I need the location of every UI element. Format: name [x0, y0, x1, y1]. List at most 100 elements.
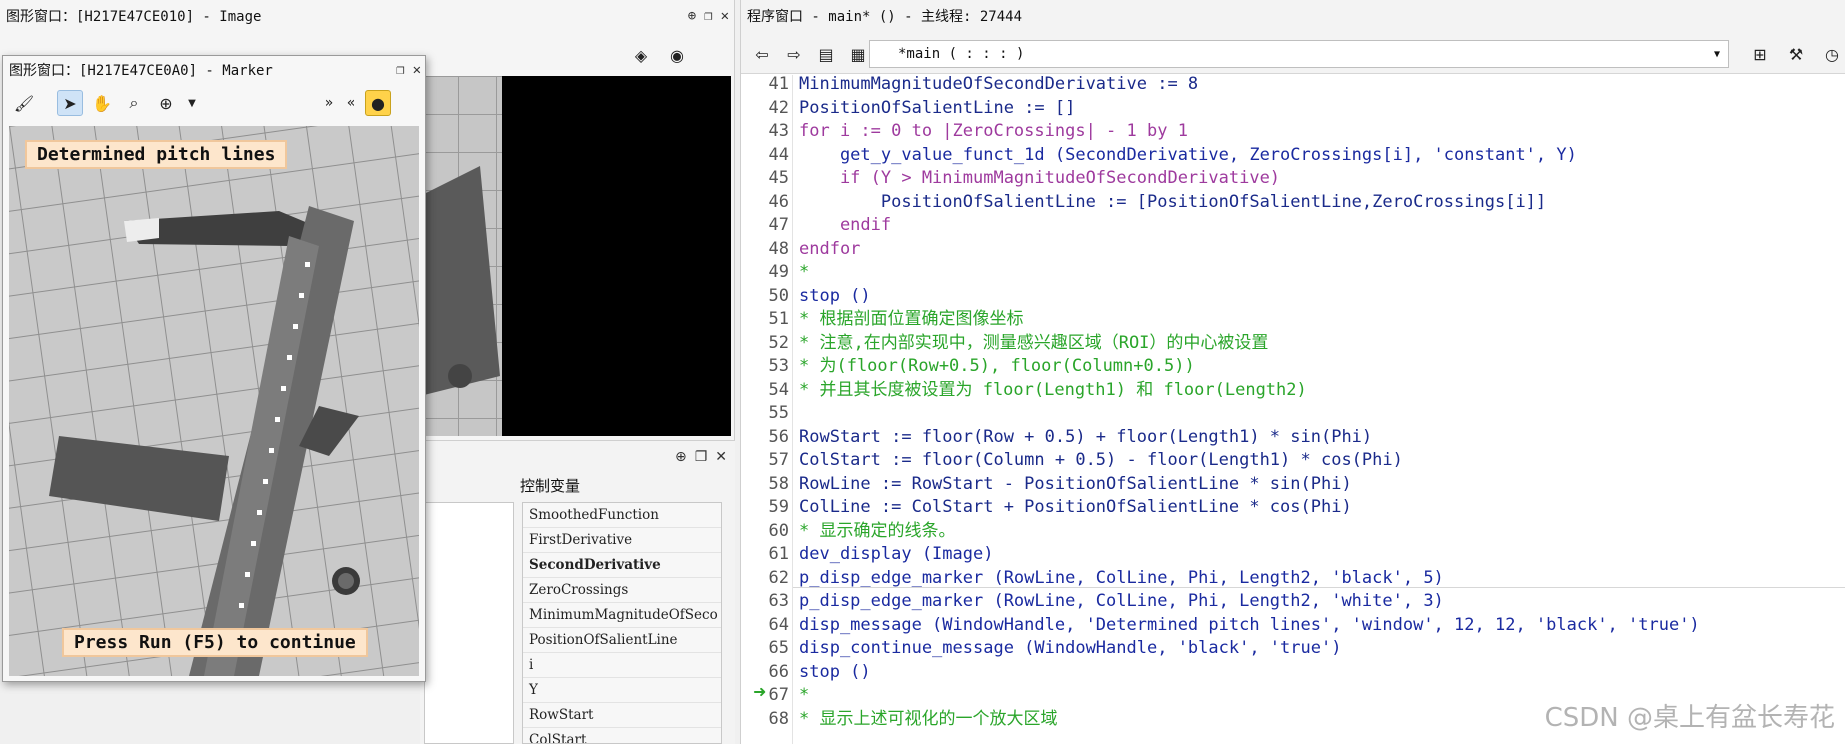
code-text: RowLine := RowStart - PositionOfSalientL…	[799, 473, 1352, 494]
iconic-variables-box[interactable]	[424, 502, 514, 744]
image-window-titlebar: 图形窗口：[H217E47CE010] - Image ⊕ ❐ ✕	[0, 4, 735, 28]
code-line[interactable]: 46 PositionOfSalientLine := [PositionOfS…	[741, 191, 1845, 215]
code-text: *	[799, 262, 810, 282]
code-text: *	[799, 685, 810, 705]
code-line[interactable]: 49 *	[741, 261, 1845, 285]
close-icon[interactable]: ✕	[413, 62, 421, 78]
back-arrow-icon[interactable]: ⇦	[749, 41, 775, 67]
variable-item[interactable]: RowStart	[523, 703, 721, 728]
code-line[interactable]: 44 get_y_value_funct_1d (SecondDerivativ…	[741, 144, 1845, 168]
procedure-select[interactable]: *main ( : : : ) ▼	[869, 40, 1729, 68]
code-text: for i := 0 to |ZeroCrossings| - 1 by 1	[799, 121, 1188, 141]
code-line[interactable]: 60 * 显示确定的线条。	[741, 520, 1845, 544]
watermark: CSDN @桌上有盆长寿花	[1544, 703, 1835, 733]
code-text: stop ()	[799, 661, 871, 682]
code-text: * 为(floor(Row+0.5), floor(Column+0.5))	[799, 356, 1195, 376]
code-text: dev_display (Image)	[799, 544, 994, 564]
close-icon[interactable]: ✕	[721, 8, 729, 24]
pin-icon[interactable]: ⊕	[675, 449, 687, 465]
line-number: 65	[768, 638, 789, 658]
line-number: 52	[768, 332, 789, 353]
code-text: endif	[799, 215, 892, 235]
code-line[interactable]: 50 stop ()	[741, 285, 1845, 309]
code-line[interactable]: 65 disp_continue_message (WindowHandle, '…	[741, 637, 1845, 661]
code-line[interactable]: 63 p_disp_edge_marker (RowLine, ColLine, …	[741, 590, 1845, 614]
variable-item[interactable]: SecondDerivative	[523, 553, 721, 578]
overlay-message-bottom: Press Run (F5) to continue	[62, 628, 368, 657]
clear-brush-icon[interactable]: 🖌	[11, 90, 37, 116]
program-window-title: 程序窗口 - main* () - 主线程: 27444	[747, 9, 1023, 25]
variable-item[interactable]: i	[523, 653, 721, 678]
code-line[interactable]: 45 if (Y > MinimumMagnitudeOfSecondDeriv…	[741, 167, 1845, 191]
line-number: 63	[768, 591, 789, 611]
grid-icon[interactable]: ▦	[845, 41, 871, 67]
line-number: 44	[768, 144, 789, 165]
code-line[interactable]: 48 endfor	[741, 238, 1845, 262]
line-number: 59	[768, 497, 789, 517]
lightbulb-icon[interactable]: ◉	[664, 42, 690, 68]
caliper-image	[9, 126, 419, 676]
variable-item[interactable]: PositionOfSalientLine	[523, 628, 721, 653]
restore-icon[interactable]: ❐	[695, 449, 708, 465]
marker-window: 图形窗口：[H217E47CE0A0] - Marker ❐ ✕ 🖌 ➤ ✋ ⌕…	[2, 55, 426, 682]
line-number: 56	[768, 426, 789, 447]
code-text: * 注意,在内部实现中，测量感兴趣区域（ROI）的中心被设置	[799, 332, 1269, 353]
code-editor[interactable]: 41 MinimumMagnitudeOfSecondDerivative := …	[741, 75, 1845, 744]
pin-icon[interactable]: ⊕	[688, 8, 696, 24]
clipboard-icon[interactable]: ▤	[813, 41, 839, 67]
line-number: 43	[768, 121, 789, 141]
zoom-in-icon[interactable]: ⊕	[153, 90, 179, 116]
code-text: if (Y > MinimumMagnitudeOfSecondDerivati…	[799, 168, 1281, 188]
program-window-titlebar: 程序窗口 - main* () - 主线程: 27444	[741, 0, 1845, 34]
collapse-icon[interactable]: «	[343, 90, 359, 116]
code-line[interactable]: 59 ColLine := ColStart + PositionOfSalien…	[741, 496, 1845, 520]
expand-icon[interactable]: »	[321, 90, 337, 116]
timer-icon[interactable]: ◷	[1819, 41, 1845, 67]
variable-item[interactable]: MinimumMagnitudeOfSeco	[523, 603, 721, 628]
code-line[interactable]: 61 dev_display (Image)	[741, 543, 1845, 567]
code-text: stop ()	[799, 285, 871, 306]
line-number: 57	[768, 450, 789, 470]
variable-item[interactable]: ColStart	[523, 728, 721, 743]
variable-item[interactable]: SmoothedFunction	[523, 503, 721, 528]
procedure-icon[interactable]: ⊞	[1747, 41, 1773, 67]
code-line[interactable]: 66 stop ()	[741, 661, 1845, 685]
code-text: disp_continue_message (WindowHandle, 'bl…	[799, 638, 1342, 658]
pan-hand-icon[interactable]: ✋	[89, 90, 115, 116]
code-text: * 显示确定的线条。	[799, 520, 956, 541]
code-text: RowStart := floor(Row + 0.5) + floor(Len…	[799, 426, 1373, 447]
restore-icon[interactable]: ❐	[396, 62, 404, 78]
forward-arrow-icon[interactable]: ⇨	[781, 41, 807, 67]
lightbulb-icon[interactable]: ●	[365, 90, 391, 116]
variable-item[interactable]: Y	[523, 678, 721, 703]
code-text: * 显示上述可视化的一个放大区域	[799, 708, 1058, 729]
code-line[interactable]: 52 * 注意,在内部实现中，测量感兴趣区域（ROI）的中心被设置	[741, 332, 1845, 356]
close-icon[interactable]: ✕	[715, 449, 727, 465]
line-number: 46	[768, 191, 789, 212]
variable-item[interactable]: ZeroCrossings	[523, 578, 721, 603]
code-line[interactable]: 64 disp_message (WindowHandle, 'Determine…	[741, 614, 1845, 638]
debug-icon[interactable]: ⚒	[1783, 41, 1809, 67]
procedure-select-value: *main ( : : : )	[898, 46, 1025, 62]
control-variables-list[interactable]: SmoothedFunction FirstDerivative SecondDer…	[522, 502, 722, 744]
program-window: 程序窗口 - main* () - 主线程: 27444 ⇦ ⇨ ▤ ▦ *ma…	[740, 0, 1845, 744]
code-line[interactable]: 43 for i := 0 to |ZeroCrossings| - 1 by 1	[741, 120, 1845, 144]
restore-icon[interactable]: ❐	[704, 8, 712, 24]
code-line[interactable]: 51 * 根据剖面位置确定图像坐标	[741, 308, 1845, 332]
code-text: disp_message (WindowHandle, 'Determined …	[799, 614, 1700, 635]
code-line[interactable]: 57 ColStart := floor(Column + 0.5) - floo…	[741, 449, 1845, 473]
variable-item[interactable]: FirstDerivative	[523, 528, 721, 553]
code-line[interactable]: 41 MinimumMagnitudeOfSecondDerivative := …	[741, 75, 1845, 97]
code-line[interactable]: 55	[741, 402, 1845, 426]
code-line[interactable]: 58 RowLine := RowStart - PositionOfSalien…	[741, 473, 1845, 497]
chevron-down-icon[interactable]: ▼	[185, 90, 199, 116]
magnifier-icon[interactable]: ⌕	[121, 90, 147, 116]
code-line[interactable]: 53 * 为(floor(Row+0.5), floor(Column+0.5))	[741, 355, 1845, 379]
code-line[interactable]: 47 endif	[741, 214, 1845, 238]
code-line[interactable]: 54 * 并且其长度被设置为 floor(Length1) 和 floor(Len…	[741, 379, 1845, 403]
code-line[interactable]: 56 RowStart := floor(Row + 0.5) + floor(L…	[741, 426, 1845, 450]
code-line[interactable]: 42 PositionOfSalientLine := []	[741, 97, 1845, 121]
line-number: 49	[768, 262, 789, 282]
layers-icon[interactable]: ◈	[628, 42, 654, 68]
pointer-icon[interactable]: ➤	[57, 90, 83, 116]
